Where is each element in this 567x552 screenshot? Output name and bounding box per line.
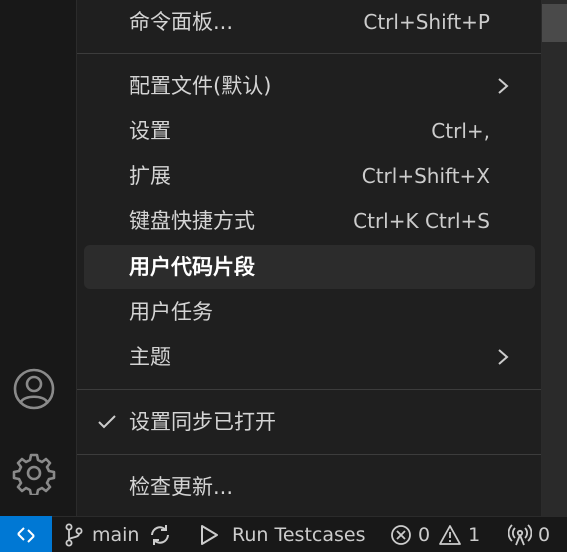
menu-item-label: 用户任务 — [129, 300, 213, 324]
run-testcases-button[interactable]: Run Testcases — [198, 517, 365, 552]
sync-icon — [151, 525, 169, 545]
git-branch-icon — [65, 523, 83, 547]
play-icon — [201, 525, 218, 545]
sync-button[interactable] — [148, 517, 172, 552]
menu-item-keyboard-shortcuts[interactable]: 键盘快捷方式 Ctrl+K Ctrl+S — [84, 199, 535, 243]
menu-item-profiles[interactable]: 配置文件(默认) — [84, 64, 535, 108]
chevron-right-icon — [491, 335, 515, 379]
error-icon — [391, 525, 411, 545]
ports-count: 0 — [538, 524, 551, 546]
ports-button[interactable]: 0 — [508, 517, 550, 552]
menu-item-label: 用户代码片段 — [129, 255, 255, 279]
gear-icon-svg — [12, 453, 56, 495]
menu-item-shortcut: Ctrl+Shift+P — [363, 10, 490, 34]
menu-item-label: 设置同步已打开 — [129, 410, 276, 434]
scrollbar-thumb[interactable] — [542, 4, 567, 42]
menu-item-label: 命令面板... — [129, 10, 234, 34]
menu-item-shortcut: Ctrl+K Ctrl+S — [353, 209, 490, 233]
menu-item-shortcut: Ctrl+, — [431, 119, 490, 143]
broadcast-icon — [508, 524, 532, 546]
menu-item-user-tasks[interactable]: 用户任务 — [84, 290, 535, 334]
menu-item-command-palette[interactable]: 命令面板... Ctrl+Shift+P — [84, 0, 535, 44]
menu-item-label: 键盘快捷方式 — [129, 209, 255, 233]
menu-item-shortcut: Ctrl+Shift+X — [361, 164, 490, 188]
menu-item-label: 主题 — [129, 345, 171, 369]
problems-button[interactable]: 0 1 — [390, 517, 480, 552]
remote-button[interactable] — [0, 516, 52, 552]
menu-separator — [77, 53, 541, 54]
warning-icon — [439, 525, 461, 545]
menu-separator — [77, 454, 541, 455]
menu-item-user-snippets[interactable]: 用户代码片段 — [84, 245, 535, 289]
menu-item-check-updates[interactable]: 检查更新... — [84, 465, 535, 509]
account-icon[interactable] — [11, 366, 57, 412]
run-testcases-label: Run Testcases — [232, 524, 366, 546]
account-icon-svg — [13, 368, 55, 410]
menu-item-label: 设置 — [129, 119, 171, 143]
vscode-window: 命令面板... Ctrl+Shift+P 配置文件(默认) 设置 Ctrl+, … — [0, 0, 567, 552]
gear-icon[interactable] — [11, 450, 57, 496]
menu-item-extensions[interactable]: 扩展 Ctrl+Shift+X — [84, 154, 535, 198]
check-icon — [94, 400, 120, 444]
menu-item-label: 扩展 — [129, 164, 171, 188]
remote-icon — [17, 526, 35, 543]
menu-item-settings[interactable]: 设置 Ctrl+, — [84, 109, 535, 153]
menu-item-settings-sync[interactable]: 设置同步已打开 — [84, 400, 535, 444]
error-count: 0 — [418, 524, 431, 546]
activity-bar — [0, 0, 76, 516]
menu-separator — [77, 389, 541, 390]
menu-item-themes[interactable]: 主题 — [84, 335, 535, 379]
status-bar: main Run Testcases 0 1 0 — [0, 516, 567, 552]
scrollbar-track[interactable] — [541, 0, 567, 516]
warning-count: 1 — [468, 524, 481, 546]
branch-button[interactable]: main — [64, 517, 139, 552]
branch-name: main — [92, 524, 140, 546]
menu-item-label: 配置文件(默认) — [129, 74, 272, 98]
manage-menu: 命令面板... Ctrl+Shift+P 配置文件(默认) 设置 Ctrl+, … — [76, 0, 542, 516]
chevron-right-icon — [491, 64, 515, 108]
menu-item-label: 检查更新... — [129, 475, 234, 499]
